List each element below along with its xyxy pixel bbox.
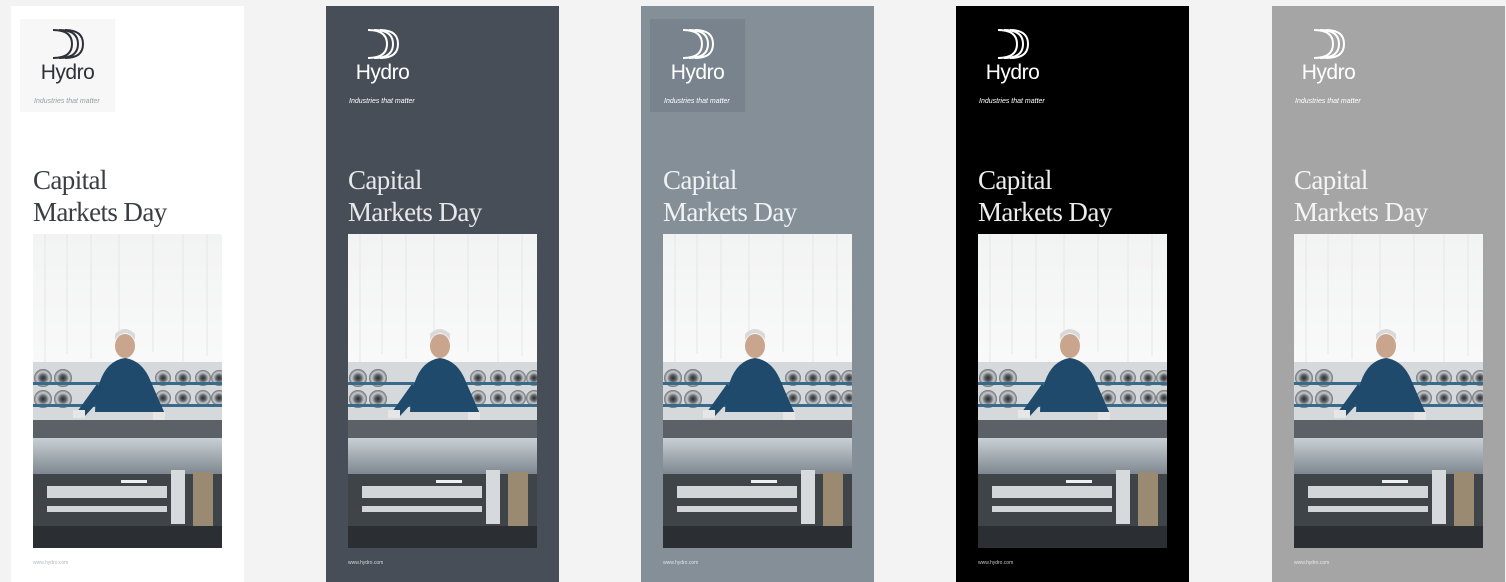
url-text: www.hydro.com (1294, 560, 1330, 566)
banner-slate: Hydro Industries that matter Capital Mar… (326, 6, 559, 582)
headline-line-2: Markets Day (663, 197, 797, 227)
factory-worker-photo (348, 234, 537, 548)
logo-wordmark: Hydro (1301, 61, 1356, 84)
url-text: www.hydro.com (978, 560, 1014, 566)
url-text: www.hydro.com (663, 560, 699, 566)
headline-line-2: Markets Day (978, 197, 1112, 227)
headline: Capital Markets Day (33, 164, 233, 228)
banner-grey: Hydro Industries that matter Capital Mar… (1272, 6, 1505, 582)
banner-black: Hydro Industries that matter Capital Mar… (956, 6, 1189, 582)
headline-line-2: Markets Day (33, 197, 167, 227)
factory-worker-photo (663, 234, 852, 548)
headline: Capital Markets Day (1294, 164, 1494, 228)
tagline: Industries that matter (1295, 98, 1361, 105)
logo-wordmark: Hydro (355, 61, 410, 84)
hydro-ship-logo-icon (1313, 29, 1345, 59)
url-text: www.hydro.com (33, 560, 69, 566)
banner-steel: Hydro Industries that matter Capital Mar… (641, 6, 874, 582)
headline: Capital Markets Day (663, 164, 863, 228)
hydro-ship-logo-icon (997, 29, 1029, 59)
tagline: Industries that matter (349, 98, 415, 105)
banner-white: Hydro Industries that matter Capital Mar… (11, 6, 244, 582)
logo-wordmark: Hydro (40, 61, 95, 84)
logo-wordmark: Hydro (670, 61, 725, 84)
tagline: Industries that matter (979, 98, 1045, 105)
headline-line-1: Capital (33, 165, 107, 195)
headline-line-1: Capital (348, 165, 422, 195)
hydro-ship-logo-icon (682, 29, 714, 59)
factory-worker-photo (1294, 234, 1483, 548)
hydro-ship-logo-icon (367, 29, 399, 59)
headline-line-2: Markets Day (348, 197, 482, 227)
tagline: Industries that matter (664, 98, 730, 105)
headline: Capital Markets Day (978, 164, 1178, 228)
logo-wordmark: Hydro (985, 61, 1040, 84)
headline-line-2: Markets Day (1294, 197, 1428, 227)
url-text: www.hydro.com (348, 560, 384, 566)
factory-worker-photo (33, 234, 222, 548)
headline-line-1: Capital (978, 165, 1052, 195)
tagline: Industries that matter (34, 98, 100, 105)
hydro-ship-logo-icon (52, 29, 84, 59)
headline: Capital Markets Day (348, 164, 548, 228)
headline-line-1: Capital (663, 165, 737, 195)
headline-line-1: Capital (1294, 165, 1368, 195)
factory-worker-photo (978, 234, 1167, 548)
